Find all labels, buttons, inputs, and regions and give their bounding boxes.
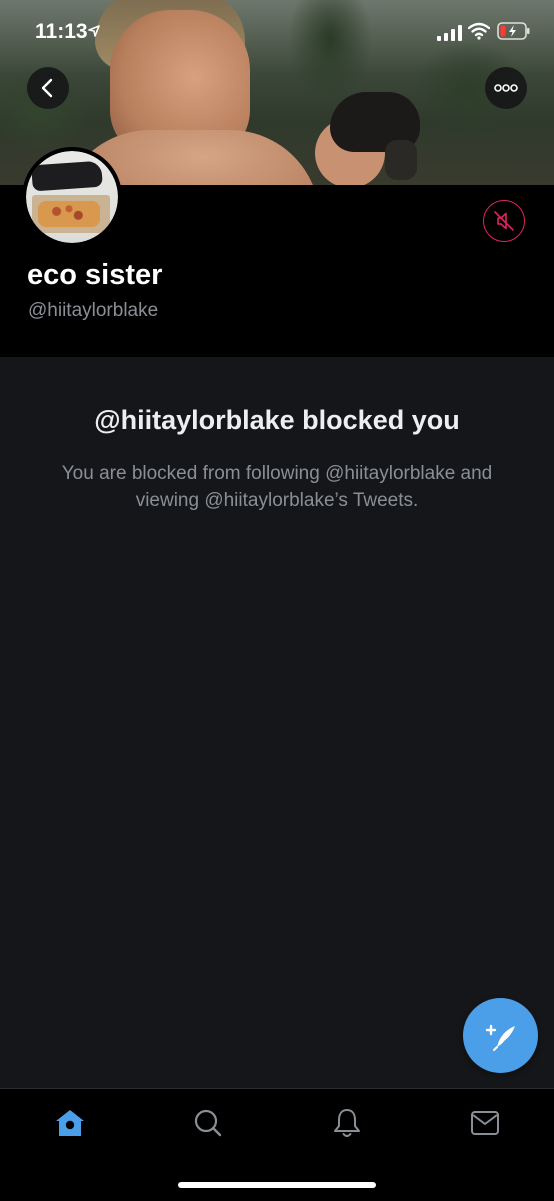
tab-notifications[interactable] (327, 1105, 367, 1141)
blocked-title: @hiitaylorblake blocked you (94, 405, 460, 435)
profile-handle: @hiitaylorblake (28, 300, 159, 321)
status-time: 11:13 (35, 20, 88, 43)
home-icon (56, 1110, 84, 1136)
blocked-description: You are blocked from following @hiitaylo… (61, 463, 493, 511)
compose-feather-icon (485, 1024, 515, 1051)
profile-display-name: eco sister (27, 259, 163, 291)
compose-tweet-button[interactable] (463, 998, 538, 1073)
bell-icon (334, 1109, 360, 1137)
status-bar: 11:13 (0, 0, 554, 64)
tab-messages[interactable] (465, 1105, 505, 1141)
cellular-signal-icon (437, 25, 462, 41)
more-dots-icon (494, 84, 518, 92)
unmute-button[interactable] (483, 200, 525, 242)
avatar-pizza (38, 201, 100, 227)
wifi-icon (468, 22, 490, 40)
avatar-person-lying (31, 160, 103, 192)
mail-icon (471, 1111, 499, 1135)
chevron-left-icon (41, 78, 53, 98)
muted-speaker-icon (494, 211, 514, 231)
home-indicator[interactable] (178, 1182, 376, 1188)
avatar-image (26, 151, 118, 243)
more-options-button[interactable] (485, 67, 527, 109)
tab-home[interactable] (50, 1105, 90, 1141)
banner-platypus-bill (385, 140, 417, 180)
search-icon (194, 1109, 222, 1137)
back-button[interactable] (27, 67, 69, 109)
battery-low-charging-icon (497, 22, 530, 40)
tab-search[interactable] (188, 1105, 228, 1141)
avatar[interactable] (22, 147, 122, 247)
location-arrow-icon (88, 25, 100, 37)
